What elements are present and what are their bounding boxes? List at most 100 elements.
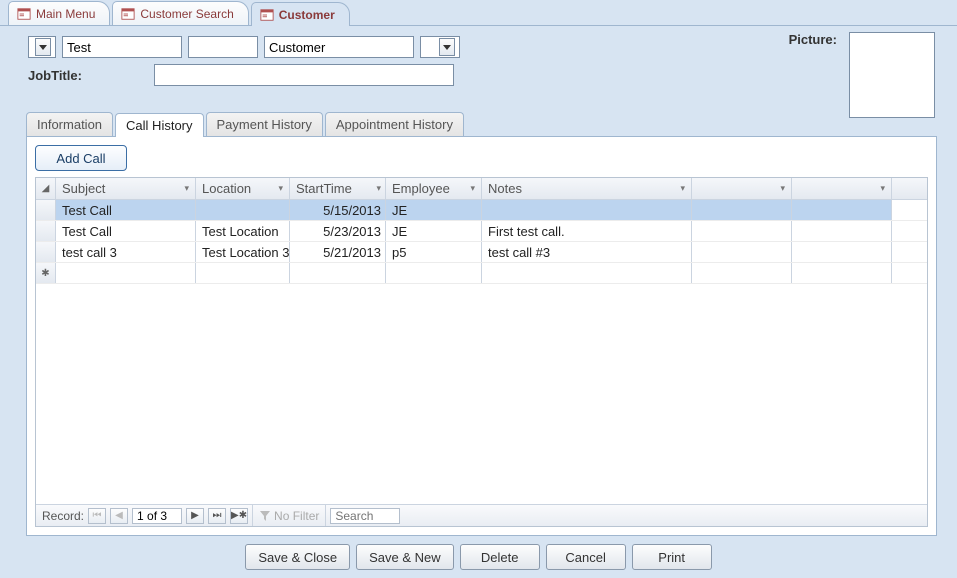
cell-employee[interactable]: JE: [386, 200, 482, 220]
document-tabs: Main Menu Customer Search Customer: [0, 0, 957, 26]
form-icon: [17, 7, 31, 21]
record-navigator: Record: ⏮ ◀ ▶ ⏭ ▶✱ No Filter: [36, 504, 927, 526]
new-row-icon[interactable]: ✱: [36, 263, 56, 283]
doc-tab-label: Customer Search: [140, 7, 233, 21]
col-blank[interactable]: ▾: [692, 178, 792, 199]
cell-start[interactable]: 5/15/2013: [290, 200, 386, 220]
cell-location[interactable]: Test Location: [196, 221, 290, 241]
picture-box: [849, 32, 939, 118]
table-row-new[interactable]: ✱: [36, 263, 927, 284]
grid-body: Test Call 5/15/2013 JE Test Call Test Lo…: [36, 200, 927, 504]
doc-tab-label: Main Menu: [36, 7, 95, 21]
no-filter-label: No Filter: [274, 509, 319, 523]
cell-subject[interactable]: Test Call: [56, 200, 196, 220]
cell-location[interactable]: [196, 200, 290, 220]
jobtitle-input[interactable]: [154, 64, 454, 86]
suffix-combo[interactable]: [420, 36, 460, 58]
cell-start[interactable]: 5/23/2013: [290, 221, 386, 241]
print-button[interactable]: Print: [632, 544, 712, 570]
nav-new-button[interactable]: ▶✱: [230, 508, 248, 524]
cell-blank[interactable]: [56, 263, 196, 283]
add-call-button[interactable]: Add Call: [35, 145, 127, 171]
row-selector[interactable]: [36, 221, 56, 241]
picture-placeholder[interactable]: [849, 32, 935, 118]
doc-tab-customer[interactable]: Customer: [251, 2, 350, 26]
record-position-input[interactable]: [132, 508, 182, 524]
form-icon: [121, 7, 135, 21]
tab-payment-history[interactable]: Payment History: [206, 112, 323, 136]
command-row: Save & Close Save & New Delete Cancel Pr…: [0, 536, 957, 578]
doc-tab-main-menu[interactable]: Main Menu: [8, 1, 110, 25]
calls-grid: ◢ Subject▾ Location▾ StartTime▾ Employee…: [35, 177, 928, 527]
cell-blank[interactable]: [792, 221, 892, 241]
tab-information[interactable]: Information: [26, 112, 113, 136]
cell-blank[interactable]: [792, 263, 892, 283]
nav-prev-button[interactable]: ◀: [110, 508, 128, 524]
funnel-icon: [259, 510, 271, 522]
chevron-down-icon: ▾: [680, 183, 685, 194]
dropdown-icon[interactable]: [35, 38, 51, 56]
record-search-input[interactable]: [330, 508, 400, 524]
cell-blank[interactable]: [290, 263, 386, 283]
tab-call-history[interactable]: Call History: [115, 113, 203, 137]
select-all[interactable]: ◢: [36, 178, 56, 199]
cell-blank[interactable]: [692, 242, 792, 262]
picture-label: Picture:: [789, 32, 837, 47]
last-name-input[interactable]: [264, 36, 414, 58]
grid-header: ◢ Subject▾ Location▾ StartTime▾ Employee…: [36, 178, 927, 200]
col-location[interactable]: Location▾: [196, 178, 290, 199]
call-history-panel: Add Call ◢ Subject▾ Location▾ StartTime▾…: [26, 136, 937, 536]
chevron-down-icon: ▾: [376, 183, 381, 194]
cancel-button[interactable]: Cancel: [546, 544, 626, 570]
cell-location[interactable]: Test Location 3: [196, 242, 290, 262]
cell-employee[interactable]: p5: [386, 242, 482, 262]
table-row[interactable]: Test Call 5/15/2013 JE: [36, 200, 927, 221]
col-starttime[interactable]: StartTime▾: [290, 178, 386, 199]
cell-blank[interactable]: [692, 263, 792, 283]
cell-notes[interactable]: test call #3: [482, 242, 692, 262]
filter-indicator[interactable]: No Filter: [252, 505, 326, 526]
customer-header: JobTitle: Picture:: [0, 26, 957, 102]
nav-first-button[interactable]: ⏮: [88, 508, 106, 524]
col-employee[interactable]: Employee▾: [386, 178, 482, 199]
cell-blank[interactable]: [386, 263, 482, 283]
first-name-input[interactable]: [62, 36, 182, 58]
col-blank[interactable]: ▾: [792, 178, 892, 199]
subtab-area: Information Call History Payment History…: [0, 112, 957, 536]
tab-appointment-history[interactable]: Appointment History: [325, 112, 464, 136]
chevron-down-icon: ▾: [880, 183, 885, 194]
table-row[interactable]: Test Call Test Location 5/23/2013 JE Fir…: [36, 221, 927, 242]
doc-tab-customer-search[interactable]: Customer Search: [112, 1, 248, 25]
middle-name-input[interactable]: [188, 36, 258, 58]
form-icon: [260, 8, 274, 22]
cell-notes[interactable]: [482, 200, 692, 220]
chevron-down-icon: ▾: [184, 183, 189, 194]
subtab-row: Information Call History Payment History…: [26, 112, 937, 136]
cell-notes[interactable]: First test call.: [482, 221, 692, 241]
record-label: Record:: [42, 509, 84, 523]
row-selector[interactable]: [36, 242, 56, 262]
table-row[interactable]: test call 3 Test Location 3 5/21/2013 p5…: [36, 242, 927, 263]
cell-start[interactable]: 5/21/2013: [290, 242, 386, 262]
cell-employee[interactable]: JE: [386, 221, 482, 241]
col-subject[interactable]: Subject▾: [56, 178, 196, 199]
cell-subject[interactable]: test call 3: [56, 242, 196, 262]
prefix-combo[interactable]: [28, 36, 56, 58]
cell-blank[interactable]: [196, 263, 290, 283]
dropdown-icon[interactable]: [439, 38, 455, 56]
nav-next-button[interactable]: ▶: [186, 508, 204, 524]
chevron-down-icon: ▾: [278, 183, 283, 194]
save-new-button[interactable]: Save & New: [356, 544, 454, 570]
cell-subject[interactable]: Test Call: [56, 221, 196, 241]
save-close-button[interactable]: Save & Close: [245, 544, 350, 570]
row-selector[interactable]: [36, 200, 56, 220]
cell-blank[interactable]: [792, 200, 892, 220]
nav-last-button[interactable]: ⏭: [208, 508, 226, 524]
cell-blank[interactable]: [792, 242, 892, 262]
col-notes[interactable]: Notes▾: [482, 178, 692, 199]
cell-blank[interactable]: [692, 221, 792, 241]
cell-blank[interactable]: [692, 200, 792, 220]
cell-blank[interactable]: [482, 263, 692, 283]
delete-button[interactable]: Delete: [460, 544, 540, 570]
doc-tab-label: Customer: [279, 8, 335, 22]
